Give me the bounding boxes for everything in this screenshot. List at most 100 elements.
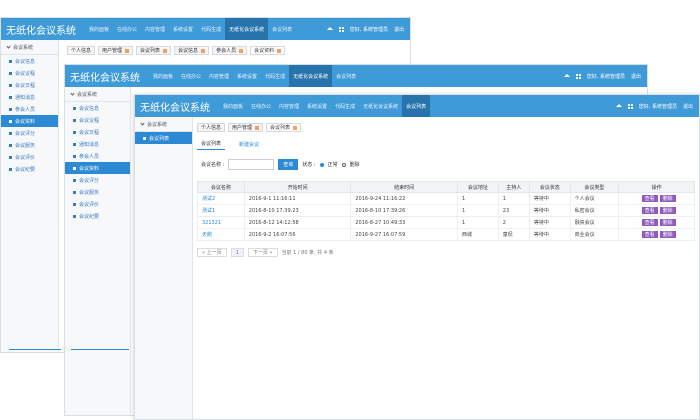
nav-item[interactable]: 会议列表	[332, 65, 360, 87]
nav-item[interactable]: 系统设置	[303, 95, 331, 117]
next-page-button[interactable]: 下一页 »	[247, 248, 278, 257]
tab[interactable]: 个人信息	[67, 46, 96, 55]
delete-button[interactable]: 删除	[659, 195, 676, 202]
sidebar-item[interactable]: 会议议程	[1, 67, 58, 79]
prev-page-button[interactable]: « 上一页	[197, 248, 227, 257]
subtab-add[interactable]: 新建会议	[235, 138, 263, 150]
meeting-name-link[interactable]: 321321	[197, 216, 245, 229]
sidebar-item[interactable]: 会议信息	[1, 55, 58, 67]
sidebar-item[interactable]: 会议纪要	[1, 163, 58, 175]
tab[interactable]: 会议列表	[266, 123, 302, 132]
grid-icon[interactable]	[627, 103, 633, 109]
sidebar-item[interactable]: 会议评分	[65, 174, 130, 186]
view-button[interactable]: 查看	[641, 207, 658, 214]
search-input[interactable]	[228, 159, 275, 170]
sidebar-item[interactable]: 会议日程	[1, 79, 58, 91]
tab[interactable]: 用户管理	[98, 46, 134, 55]
subtab-list[interactable]: 会议列表	[197, 138, 226, 150]
sidebar-item[interactable]: 参会人员	[1, 103, 58, 115]
view-button[interactable]: 查看	[641, 231, 658, 238]
grid-icon[interactable]	[575, 73, 581, 79]
meeting-name-link[interactable]: 天鹅	[197, 228, 245, 241]
nav-item[interactable]: 在线办公	[113, 18, 141, 40]
sidebar-item[interactable]: 会议议程	[65, 114, 130, 126]
sidebar-item[interactable]: 会议评价	[1, 151, 58, 163]
greeting-text[interactable]: 您好, 系统管理员	[639, 103, 677, 110]
nav-item[interactable]: 代码生成	[331, 95, 359, 117]
tab-label: 会议列表	[270, 125, 291, 131]
view-button[interactable]: 查看	[641, 195, 658, 202]
sidebar-item[interactable]: 通知消息	[65, 138, 130, 150]
logout-link[interactable]: 退出	[683, 103, 693, 110]
delete-button[interactable]: 删除	[659, 207, 676, 214]
nav-item[interactable]: 我的面板	[149, 65, 177, 87]
query-button[interactable]: 查询	[278, 159, 299, 170]
close-icon[interactable]	[277, 48, 282, 53]
close-icon[interactable]	[163, 48, 168, 53]
nav-item[interactable]: 内容管理	[141, 18, 169, 40]
delete-button[interactable]: 删除	[659, 231, 676, 238]
sidebar-item[interactable]: 会议评分	[1, 127, 58, 139]
nav-item[interactable]: 系统设置	[169, 18, 197, 40]
sidebar-header[interactable]: 会议系统	[65, 87, 130, 102]
home-icon[interactable]	[563, 73, 570, 77]
nav-item[interactable]: 我的面板	[85, 18, 113, 40]
sidebar-item[interactable]: 会议评价	[65, 198, 130, 210]
nav-item[interactable]: 内容管理	[205, 65, 233, 87]
nav-item[interactable]: 会议列表	[268, 18, 296, 40]
logout-link[interactable]: 退出	[631, 73, 641, 80]
sidebar-item-active[interactable]: 会议列表	[135, 132, 192, 144]
nav-item-active[interactable]: 无纸化会议系统	[225, 18, 269, 40]
delete-button[interactable]: 删除	[659, 219, 676, 226]
nav-item[interactable]: 代码生成	[261, 65, 289, 87]
tab[interactable]: 参会人员	[212, 46, 248, 55]
sidebar-item-active[interactable]: 会议资料	[65, 162, 130, 174]
tab-label: 会议列表	[140, 48, 161, 54]
sidebar-item[interactable]: 会议服务	[65, 186, 130, 198]
cell: 2016-9-1 11:16:11	[243, 192, 352, 205]
close-icon[interactable]	[239, 48, 244, 53]
tab[interactable]: 会议信息	[174, 46, 210, 55]
meeting-name-link[interactable]: 测试2	[197, 192, 245, 205]
page-number[interactable]: 1	[230, 248, 244, 257]
close-icon[interactable]	[255, 125, 260, 130]
sidebar-header[interactable]: 会议系统	[1, 40, 58, 55]
nav-item[interactable]: 在线办公	[177, 65, 205, 87]
sidebar-item[interactable]: 会议服务	[1, 139, 58, 151]
nav-item[interactable]: 在线办公	[247, 95, 275, 117]
sidebar-item[interactable]: 会议纪要	[65, 210, 130, 222]
sidebar-item[interactable]: 会议信息	[65, 102, 130, 114]
tab[interactable]: 用户管理	[228, 123, 264, 132]
grid-icon[interactable]	[338, 26, 344, 32]
tab[interactable]: 会议资料	[250, 46, 286, 55]
close-icon[interactable]	[125, 48, 130, 53]
nav-item-active[interactable]: 无纸化会议系统	[289, 65, 333, 87]
sidebar-item[interactable]: 参会人员	[65, 150, 130, 162]
radio-normal[interactable]	[319, 162, 324, 167]
home-icon[interactable]	[326, 26, 333, 30]
nav-item[interactable]: 系统设置	[233, 65, 261, 87]
nav-item[interactable]: 代码生成	[197, 18, 225, 40]
logout-link[interactable]: 退出	[394, 26, 404, 33]
sidebar-item[interactable]: 会议日程	[65, 126, 130, 138]
tab[interactable]: 个人信息	[197, 123, 226, 132]
sidebar-item-label: 会议资料	[15, 118, 36, 125]
sidebar-item[interactable]: 通知消息	[1, 91, 58, 103]
meeting-name-link[interactable]: 测试1	[197, 204, 245, 217]
sidebar-item-label: 会议服务	[79, 189, 100, 196]
nav-item[interactable]: 无纸化会议系统	[359, 95, 402, 117]
home-icon[interactable]	[615, 103, 622, 107]
close-icon[interactable]	[293, 125, 298, 130]
tab[interactable]: 会议列表	[136, 46, 172, 55]
nav-item[interactable]: 我的面板	[219, 95, 247, 117]
greeting-text[interactable]: 您好, 系统管理员	[350, 26, 388, 33]
sidebar-item-active[interactable]: 会议资料	[1, 115, 58, 127]
nav-item[interactable]: 内容管理	[275, 95, 303, 117]
close-icon[interactable]	[201, 48, 206, 53]
greeting-text[interactable]: 您好, 系统管理员	[587, 73, 625, 80]
nav-item-active[interactable]: 会议列表	[402, 95, 431, 117]
radio-deleted[interactable]	[341, 162, 346, 167]
meeting-table: 会议名称 开始时间 结束时间 会议地址 主持人 会议状态 会议类型 操作 测试2…	[197, 181, 695, 241]
view-button[interactable]: 查看	[641, 219, 658, 226]
sidebar-header[interactable]: 会议系统	[135, 117, 192, 132]
